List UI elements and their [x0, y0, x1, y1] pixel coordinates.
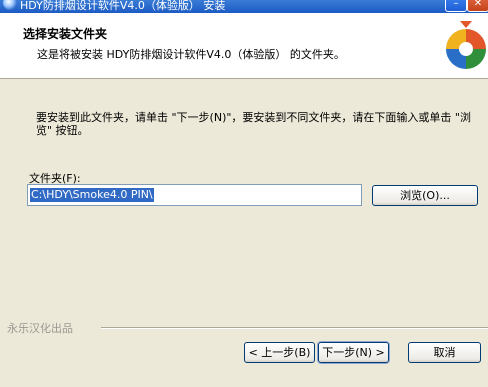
installer-logo-icon: [446, 21, 486, 69]
minimize-icon: –: [453, 0, 459, 9]
minimize-button[interactable]: –: [445, 0, 467, 12]
page-subtitle: 这是将被安装 HDY防排烟设计软件V4.0（体验版） 的文件夹。: [37, 48, 345, 61]
page-title: 选择安装文件夹: [23, 27, 108, 41]
folder-path-value: C:\HDY\Smoke4.0 PIN\: [30, 188, 154, 202]
app-icon[interactable]: [3, 0, 17, 10]
cancel-button[interactable]: 取消: [408, 342, 481, 363]
title-bar: HDY防排烟设计软件V4.0（体验版） 安装 – ✕: [0, 0, 488, 13]
footer-divider: [101, 327, 488, 329]
window-title: HDY防排烟设计软件V4.0（体验版） 安装: [20, 0, 226, 12]
folder-path-input[interactable]: C:\HDY\Smoke4.0 PIN\: [27, 184, 362, 206]
close-icon: ✕: [473, 0, 483, 9]
instruction-text: 要安装到此文件夹，请单击 "下一步(N)"，要安装到不同文件夹，请在下面输入或单…: [36, 111, 471, 137]
wizard-header: 选择安装文件夹 这是将被安装 HDY防排烟设计软件V4.0（体验版） 的文件夹。: [0, 13, 488, 79]
close-button[interactable]: ✕: [467, 0, 488, 12]
back-button[interactable]: < 上一步(B): [244, 342, 315, 363]
brand-text: 永乐汉化出品: [7, 322, 73, 335]
browse-button[interactable]: 浏览(O)...: [372, 185, 478, 206]
next-button[interactable]: 下一步(N) >: [317, 341, 390, 364]
